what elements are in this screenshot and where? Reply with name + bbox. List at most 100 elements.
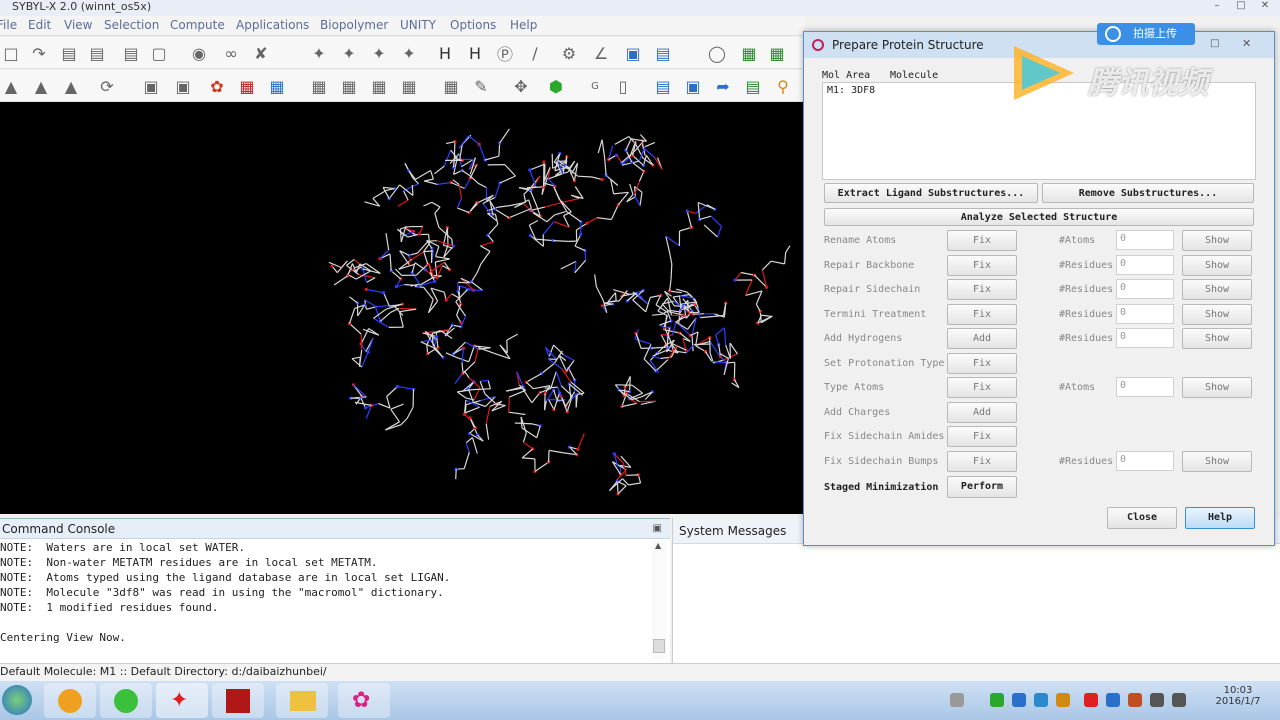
scroll-thumb[interactable]	[653, 639, 665, 653]
taskbar-app-browser[interactable]	[44, 683, 96, 718]
new-file-icon[interactable]: □	[0, 42, 22, 64]
menu-applications[interactable]: Applications	[236, 18, 309, 32]
label-icon[interactable]: ▣	[140, 75, 162, 97]
tray-icon[interactable]	[990, 693, 1004, 707]
grid-icon[interactable]: ▦	[398, 75, 420, 97]
close-button[interactable]: Close	[1107, 507, 1177, 529]
row-show-button[interactable]: Show	[1182, 303, 1252, 325]
tray-icon[interactable]	[1056, 693, 1070, 707]
menu-help[interactable]: Help	[510, 18, 537, 32]
help-button[interactable]: Help	[1185, 507, 1255, 529]
tray-icon[interactable]	[1084, 693, 1098, 707]
menu-biopolymer[interactable]: Biopolymer	[320, 18, 388, 32]
grid-icon[interactable]: ▦	[368, 75, 390, 97]
grid-icon[interactable]: ▦	[308, 75, 330, 97]
volume-icon[interactable]	[1172, 693, 1186, 707]
move-icon[interactable]: ✥	[510, 75, 532, 97]
upload-button[interactable]: 拍摄上传	[1097, 23, 1195, 45]
grid-icon[interactable]: ▦	[338, 75, 360, 97]
text-icon[interactable]: G	[584, 75, 606, 97]
molecule-icon[interactable]: ✦	[368, 42, 390, 64]
angle-icon[interactable]: ∠	[590, 42, 612, 64]
row-action-button[interactable]: Add	[947, 401, 1017, 423]
row-action-button[interactable]: Fix	[947, 254, 1017, 276]
display-icon[interactable]: ▦	[266, 75, 288, 97]
row-action-button[interactable]: Fix	[947, 450, 1017, 472]
protein-structure[interactable]	[0, 102, 805, 514]
eraser-icon[interactable]: ▯	[612, 75, 634, 97]
maximize-icon[interactable]: □	[1230, 0, 1252, 14]
document-icon[interactable]: ▤	[120, 42, 142, 64]
dialog-close-icon[interactable]: ✕	[1242, 37, 1251, 50]
graph-icon[interactable]: ▦	[738, 42, 760, 64]
row-action-button[interactable]: Fix	[947, 352, 1017, 374]
molecule-icon[interactable]: ✦	[308, 42, 330, 64]
save-as-icon[interactable]: ▤	[86, 42, 108, 64]
taskbar-app-folder[interactable]	[276, 683, 328, 718]
tray-icon[interactable]	[950, 693, 964, 707]
row-show-button[interactable]: Show	[1182, 377, 1252, 398]
arrow-icon[interactable]: ➦	[712, 75, 734, 97]
taskbar-app-pdf[interactable]	[212, 683, 264, 718]
scroll-up-icon[interactable]: ▲	[655, 541, 661, 550]
perform-button[interactable]: Perform	[947, 476, 1017, 498]
tray-icon[interactable]	[1034, 693, 1048, 707]
row-show-button[interactable]: Show	[1182, 450, 1252, 472]
network-icon[interactable]	[1150, 693, 1164, 707]
remove-substructures-button[interactable]: Remove Substructures...	[1042, 183, 1254, 203]
hexagon-icon[interactable]: ⬢	[545, 75, 567, 97]
molecule-viewport[interactable]	[0, 102, 805, 514]
taskbar-app-chat[interactable]	[100, 683, 152, 718]
grid-icon[interactable]: ▦	[440, 75, 462, 97]
molecule-icon[interactable]: ✦	[398, 42, 420, 64]
clock[interactable]: 10:03 2016/1/7	[1208, 685, 1268, 707]
menu-unity[interactable]: UNITY	[400, 18, 436, 32]
window-icon[interactable]: ▤	[652, 42, 674, 64]
hydrogen-circle-icon[interactable]: Ⓟ	[494, 42, 516, 64]
row-action-button[interactable]: Fix	[947, 426, 1017, 447]
minimize-icon[interactable]: –	[1206, 0, 1228, 14]
row-action-button[interactable]: Fix	[947, 230, 1017, 251]
label-icon[interactable]: ▣	[172, 75, 194, 97]
bond-icon[interactable]: ∕	[524, 42, 546, 64]
row-show-button[interactable]: Show	[1182, 230, 1252, 251]
tray-icon[interactable]	[1128, 693, 1142, 707]
console-scrollbar[interactable]: ▲	[652, 541, 666, 659]
menu-file[interactable]: File	[0, 18, 17, 32]
row-action-button[interactable]: Fix	[947, 279, 1017, 300]
menu-selection[interactable]: Selection	[104, 18, 159, 32]
tray-icon[interactable]	[1012, 693, 1026, 707]
row-action-button[interactable]: Fix	[947, 303, 1017, 325]
start-button[interactable]	[2, 685, 32, 715]
hydrogen-icon[interactable]: H	[464, 42, 486, 64]
pen-icon[interactable]: ✎	[470, 75, 492, 97]
cube-icon[interactable]: ◉	[188, 42, 210, 64]
menu-options[interactable]: Options	[450, 18, 496, 32]
save-icon[interactable]: ▤	[58, 42, 80, 64]
molecule-icon[interactable]: ✦	[338, 42, 360, 64]
analyze-structure-button[interactable]: Analyze Selected Structure	[824, 208, 1254, 226]
select-icon[interactable]: ▲	[0, 75, 22, 97]
hydrogens-icon[interactable]: H	[434, 42, 456, 64]
row-show-button[interactable]: Show	[1182, 254, 1252, 276]
row-show-button[interactable]: Show	[1182, 328, 1252, 349]
pin-icon[interactable]: ▣	[653, 523, 662, 534]
menu-compute[interactable]: Compute	[170, 18, 225, 32]
screen-icon[interactable]: ▣	[682, 75, 704, 97]
link-icon[interactable]: ∞	[220, 42, 242, 64]
dialog-maximize-icon[interactable]: □	[1210, 38, 1219, 49]
row-show-button[interactable]: Show	[1182, 279, 1252, 300]
delete-icon[interactable]: ✘	[250, 42, 272, 64]
extract-ligand-button[interactable]: Extract Ligand Substructures...	[824, 183, 1038, 203]
close-icon[interactable]: ✕	[1254, 0, 1276, 14]
select-icon[interactable]: ▲	[30, 75, 52, 97]
select-icon[interactable]: ▲	[60, 75, 82, 97]
copy-icon[interactable]: ▢	[148, 42, 170, 64]
menu-view[interactable]: View	[64, 18, 92, 32]
menu-edit[interactable]: Edit	[28, 18, 51, 32]
window-icon[interactable]: ▤	[652, 75, 674, 97]
open-icon[interactable]: ↷	[28, 42, 50, 64]
row-action-button[interactable]: Add	[947, 328, 1017, 349]
display-icon[interactable]: ▦	[236, 75, 258, 97]
chart-icon[interactable]: ▦	[766, 42, 788, 64]
